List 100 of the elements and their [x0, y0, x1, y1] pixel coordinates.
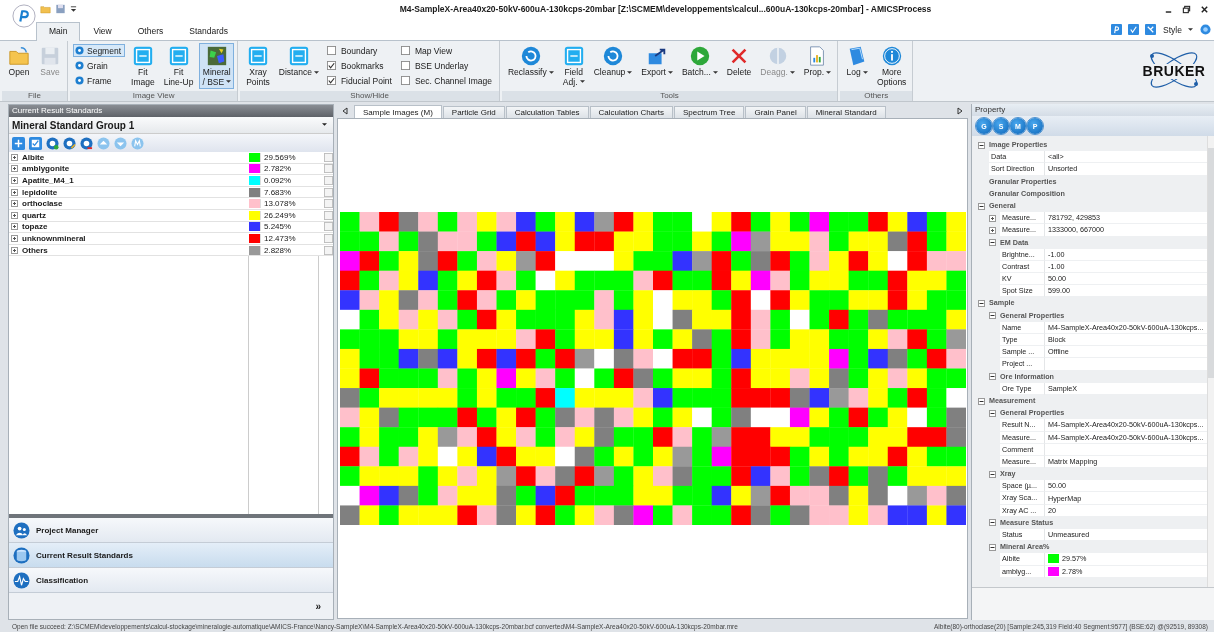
ribbon-button[interactable]: Field Adj. — [559, 43, 588, 89]
navigation-item[interactable]: Project Manager — [9, 518, 333, 543]
collapse-icon[interactable] — [989, 409, 996, 417]
group-label: File — [2, 91, 67, 101]
view-mode-option[interactable]: Grain — [73, 59, 126, 72]
close-icon[interactable] — [1200, 4, 1209, 14]
ribbon-button[interactable]: Xray Points — [243, 43, 273, 89]
document-tab[interactable]: Spectrum Tree — [673, 106, 745, 118]
ribbon-button[interactable]: Reclassify — [504, 43, 557, 80]
checkbox[interactable] — [324, 187, 333, 197]
ribbon-tab[interactable]: View — [80, 22, 125, 40]
collapse-icon[interactable] — [989, 239, 996, 247]
checkbox-option[interactable]: Map View — [398, 44, 496, 57]
ribbon-button[interactable]: Delete — [723, 43, 755, 80]
checkbox[interactable] — [324, 233, 333, 243]
style-menu[interactable]: Style — [1163, 25, 1193, 35]
expand-icon[interactable] — [11, 200, 18, 208]
collapse-icon[interactable] — [978, 202, 985, 210]
collapse-icon[interactable] — [989, 312, 996, 320]
view-mode-option[interactable]: Frame — [73, 74, 126, 87]
app-icon[interactable] — [1111, 24, 1123, 35]
expand-icon[interactable] — [11, 234, 18, 242]
app-logo-icon[interactable] — [12, 4, 36, 28]
checkbox[interactable] — [324, 210, 333, 220]
scroll-left-icon[interactable] — [341, 107, 349, 115]
checkbox[interactable] — [324, 222, 333, 232]
collapse-icon[interactable] — [978, 141, 985, 149]
circle-minus-icon[interactable] — [80, 136, 93, 150]
expand-icon[interactable] — [11, 188, 18, 196]
document-tab[interactable]: Calculation Charts — [589, 106, 673, 118]
navigation-item[interactable]: Classification — [9, 568, 333, 593]
info-icon — [880, 45, 903, 67]
document-tab[interactable]: Grain Panel — [745, 106, 806, 118]
checkbox[interactable] — [324, 176, 333, 185]
ribbon-tab[interactable]: Main — [36, 22, 81, 41]
ribbon-button[interactable]: Distance — [275, 43, 322, 80]
checkbox[interactable] — [324, 164, 333, 174]
collapse-icon[interactable] — [989, 470, 996, 478]
more-buttons[interactable]: » — [315, 600, 321, 612]
database-icon — [13, 546, 30, 564]
scroll-right-icon[interactable] — [956, 107, 964, 115]
checkbox-icon[interactable] — [29, 136, 42, 150]
group-dropdown[interactable]: Mineral Standard Group 1 — [9, 117, 333, 134]
help-icon[interactable] — [1200, 24, 1211, 35]
ribbon-button[interactable]: Fit Line-Up — [160, 43, 197, 89]
add-icon[interactable] — [12, 136, 25, 150]
collapse-icon[interactable] — [989, 519, 996, 527]
collapse-icon[interactable] — [978, 397, 985, 405]
checkbox-icon — [400, 76, 410, 85]
view-mode-option[interactable]: Segment — [73, 44, 126, 57]
ribbon-button[interactable]: Log — [843, 43, 872, 80]
circle-edit-icon[interactable] — [63, 136, 76, 150]
ribbon-button[interactable]: Open — [5, 43, 33, 80]
navigation-item[interactable]: Current Result Standards — [9, 543, 333, 568]
ribbon-tab[interactable]: Standards — [176, 22, 241, 40]
mineral-map-drawing[interactable] — [339, 212, 966, 525]
caret-icon — [667, 70, 673, 75]
mineral-name: orthoclase — [22, 199, 64, 209]
ribbon-tab[interactable]: Others — [124, 22, 177, 40]
collapse-icon[interactable] — [989, 543, 996, 551]
ribbon-button[interactable]: More Options — [874, 43, 910, 89]
ribbon-button[interactable]: Fit Image — [128, 43, 158, 89]
checkbox[interactable] — [324, 199, 333, 209]
percentage-cell: 7.683% — [260, 187, 321, 197]
checkbox-option[interactable]: Sec. Channel Image — [398, 74, 496, 87]
checkbox-icon — [400, 61, 410, 70]
checkbox[interactable] — [324, 152, 333, 162]
checkbox-option[interactable]: BSE Underlay — [398, 59, 496, 72]
collapse-icon[interactable] — [978, 300, 985, 308]
document-tab[interactable]: Sample Images (M) — [354, 105, 442, 118]
check-mark-icon[interactable] — [1128, 24, 1140, 35]
checkbox[interactable] — [324, 245, 333, 255]
percentage-cell: 26.249% — [260, 210, 321, 220]
caret-icon — [862, 70, 868, 75]
expand-icon[interactable] — [11, 165, 18, 173]
customize-caret-icon[interactable] — [70, 4, 77, 14]
expand-icon[interactable] — [11, 153, 18, 161]
checkbox-option[interactable]: Fiducial Point — [324, 74, 396, 87]
waveform-icon — [13, 571, 30, 589]
circle-plus-icon[interactable] — [46, 136, 59, 150]
document-tab[interactable]: Mineral Standard — [806, 106, 886, 118]
scrollbar[interactable] — [1207, 136, 1214, 587]
collapse-icon[interactable] — [989, 373, 996, 381]
expand-icon[interactable] — [989, 226, 996, 234]
ribbon-button[interactable]: Prop. — [800, 43, 835, 80]
document-tab[interactable]: Particle Grid — [442, 106, 505, 118]
checkbox-option[interactable]: Boundary — [324, 44, 396, 57]
ribbon-button[interactable]: Mineral / BSE — [199, 43, 235, 89]
expand-icon[interactable] — [989, 214, 996, 222]
ribbon-button[interactable]: Export — [638, 43, 676, 80]
expand-icon[interactable] — [11, 177, 18, 184]
tools-icon[interactable] — [1145, 24, 1157, 35]
expand-icon[interactable] — [11, 211, 18, 219]
checkbox-option[interactable]: Bookmarks — [324, 59, 396, 72]
expand-icon[interactable] — [11, 246, 18, 254]
expand-icon[interactable] — [11, 223, 18, 231]
ribbon-button[interactable]: Batch... — [678, 43, 721, 80]
restore-icon[interactable] — [1182, 4, 1191, 14]
document-tab[interactable]: Calculation Tables — [505, 106, 589, 118]
ribbon-button[interactable]: Cleanup — [590, 43, 636, 80]
